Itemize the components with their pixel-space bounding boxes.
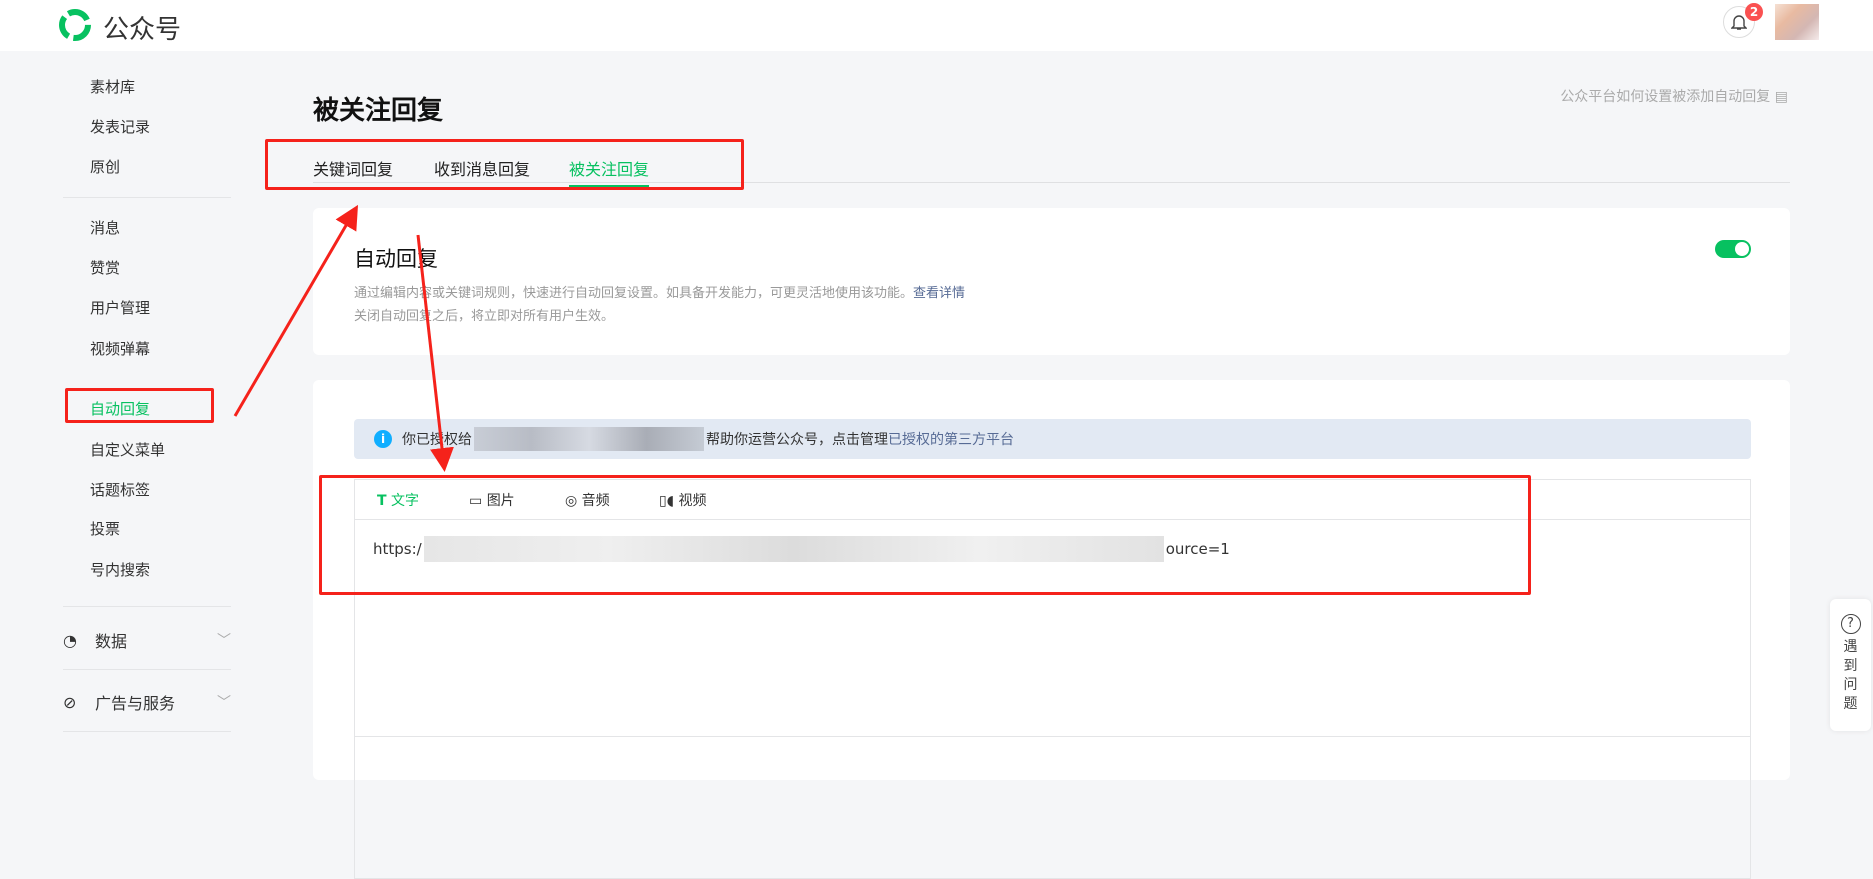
sidebar-item-in-account-search[interactable]: 号内搜索: [90, 559, 150, 580]
notification-badge: 2: [1745, 3, 1763, 21]
document-icon: ▤: [1774, 89, 1788, 105]
authorized-platforms-link[interactable]: 已授权的第三方平台: [888, 429, 1014, 449]
view-details-link[interactable]: 查看详情: [913, 286, 965, 301]
divider: [63, 669, 231, 670]
divider: [355, 736, 1750, 737]
annotation-box-sidebar: [65, 388, 214, 423]
page-title: 被关注回复: [313, 96, 444, 126]
redacted-text: [474, 427, 704, 451]
sidebar-item-materials[interactable]: 素材库: [90, 76, 135, 97]
sidebar-item-video-danmaku[interactable]: 视频弹幕: [90, 338, 150, 359]
sidebar-item-vote[interactable]: 投票: [90, 518, 120, 539]
auto-reply-card: 自动回复 通过编辑内容或关键词规则，快速进行自动回复设置。如具备开发能力，可更灵…: [313, 208, 1790, 355]
question-icon: ?: [1840, 614, 1861, 634]
sidebar-group-ads-services[interactable]: ⊘ 广告与服务 ﹀: [63, 690, 231, 714]
wechat-official-logo: [59, 9, 91, 41]
notice-prefix: 你已授权给: [402, 432, 472, 448]
help-link[interactable]: 公众平台如何设置被添加自动回复 ▤: [1560, 86, 1788, 106]
sidebar-item-topic-tags[interactable]: 话题标签: [90, 479, 150, 500]
notice-suffix: 帮助你运营公众号，点击管理: [706, 432, 888, 448]
chevron-down-icon: ﹀: [217, 695, 231, 711]
pie-chart-icon: ◔: [63, 630, 77, 650]
help-char: 题: [1843, 696, 1858, 712]
divider: [63, 731, 231, 732]
group-label: 数据: [95, 632, 128, 651]
group-label: 广告与服务: [95, 694, 176, 713]
info-icon: i: [374, 430, 392, 448]
sidebar-item-user-management[interactable]: 用户管理: [90, 297, 150, 318]
auto-reply-note: 关闭自动回复之后，将立即对所有用户生效。: [354, 309, 615, 324]
chevron-down-icon: ﹀: [217, 633, 231, 649]
desc-text: 通过编辑内容或关键词规则，快速进行自动回复设置。如具备开发能力，可更灵活地使用该…: [354, 286, 914, 301]
help-float-button[interactable]: ? 遇 到 问 题: [1830, 599, 1871, 731]
divider: [63, 606, 231, 607]
annotation-box-editor: [319, 475, 1531, 595]
third-party-notice: i 你已授权给 帮助你运营公众号，点击管理 已授权的第三方平台: [354, 419, 1751, 459]
help-char: 遇: [1843, 639, 1858, 655]
compass-icon: ⊘: [63, 692, 77, 712]
top-header: 公众号 2: [0, 0, 1873, 51]
avatar[interactable]: [1775, 4, 1819, 40]
help-char: 到: [1843, 658, 1858, 674]
divider: [63, 197, 231, 198]
auto-reply-description: 通过编辑内容或关键词规则，快速进行自动回复设置。如具备开发能力，可更灵活地使用该…: [354, 282, 965, 301]
sidebar-item-original[interactable]: 原创: [90, 156, 120, 177]
help-char: 问: [1843, 677, 1858, 693]
sidebar-item-appreciation[interactable]: 赞赏: [90, 257, 120, 278]
sidebar-group-data[interactable]: ◔ 数据 ﹀: [63, 628, 231, 652]
auto-reply-title: 自动回复: [354, 247, 438, 271]
sidebar-item-publish-records[interactable]: 发表记录: [90, 116, 150, 137]
help-link-label: 公众平台如何设置被添加自动回复: [1560, 89, 1771, 105]
sidebar-item-messages[interactable]: 消息: [90, 217, 120, 238]
brand-name: 公众号: [103, 15, 182, 45]
sidebar-item-custom-menu[interactable]: 自定义菜单: [90, 439, 165, 460]
auto-reply-toggle[interactable]: [1715, 240, 1751, 258]
annotation-box-tabs: [265, 139, 744, 190]
